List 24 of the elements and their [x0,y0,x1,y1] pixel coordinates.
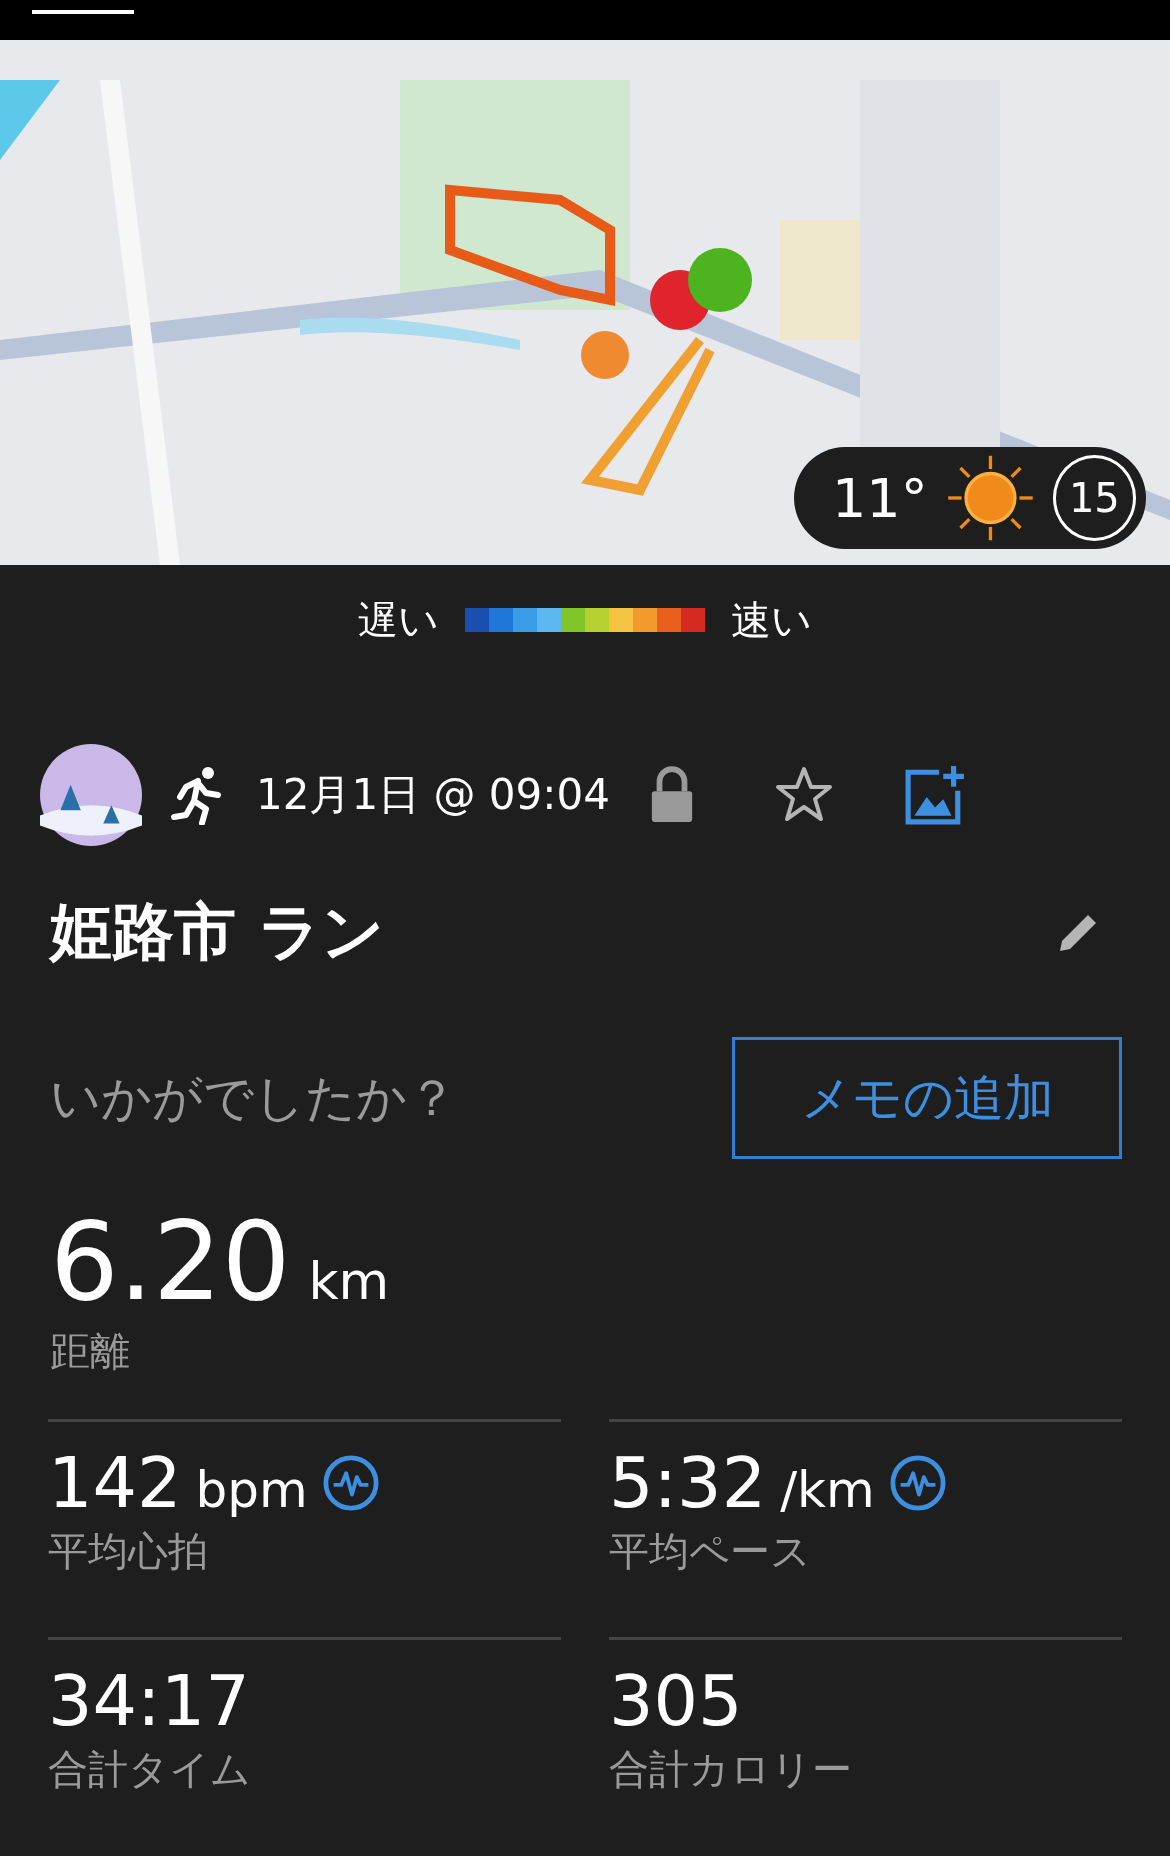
stat-value: 305 [609,1660,743,1742]
legend-label: 速い [731,595,812,645]
stat-unit: /km [780,1461,875,1519]
add-note-button[interactable]: メモの追加 [732,1037,1122,1159]
stat-label: 合計カロリー [609,1745,853,1794]
stat-value: 142 [48,1442,182,1524]
stat-value: 5:32 [609,1442,767,1524]
temperature: 11° [832,466,928,530]
activity-date: 12月1日 @ 09:04 [256,769,610,821]
heart-rate-icon[interactable] [888,1454,947,1512]
wind-speed: 15 [1052,455,1136,541]
stat-label: 平均ペース [609,1527,812,1576]
distance-unit: km [308,1251,390,1311]
stat-label: 合計タイム [48,1745,252,1794]
distance-value: 6.20 [50,1199,291,1324]
stat-label: 距離 [50,1327,131,1376]
stat-value: 34:17 [48,1660,250,1742]
activity-title: 姫路市 ラン [50,894,384,970]
add-photo-icon[interactable] [903,764,966,826]
legend-label: 遅い [358,595,439,645]
stat-unit: bpm [195,1461,308,1519]
stat-label: 平均心拍 [48,1527,209,1576]
heart-rate-icon[interactable] [321,1454,380,1512]
feedback-question: いかがでしたか？ [50,1067,457,1129]
